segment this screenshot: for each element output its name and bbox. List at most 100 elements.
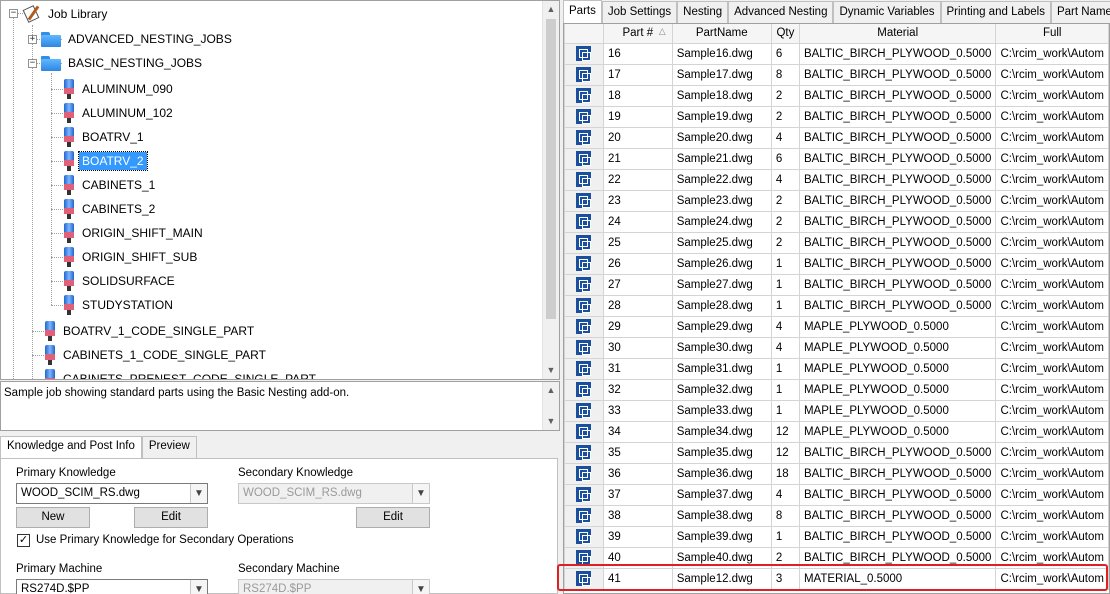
table-cell[interactable]: 8	[770, 63, 800, 86]
row-icon-cell[interactable]	[564, 147, 604, 170]
table-cell[interactable]: BALTIC_BIRCH_PLYWOOD_0.5000	[798, 42, 997, 65]
table-cell[interactable]: MAPLE_PLYWOOD_0.5000	[798, 399, 997, 422]
table-cell[interactable]: 21	[602, 147, 673, 170]
table-cell[interactable]: 25	[602, 231, 673, 254]
table-cell[interactable]: MATERIAL_0.5000	[798, 567, 997, 590]
table-row[interactable]: 28 Sample28.dwg 1 BALTIC_BIRCH_PLYWOOD_0.50…	[564, 294, 1109, 317]
table-cell[interactable]: Sample26.dwg	[671, 252, 772, 275]
row-icon-cell[interactable]	[564, 357, 604, 380]
table-cell[interactable]: 1	[770, 525, 800, 548]
tab-printing-and-labels[interactable]: Printing and Labels	[940, 1, 1051, 23]
table-cell[interactable]: 38	[602, 504, 673, 527]
primary-knowledge-select[interactable]: WOOD_SCIM_RS.dwg ▼	[16, 483, 208, 504]
table-cell[interactable]: C:\rcim_work\Autom	[995, 441, 1109, 464]
table-cell[interactable]: C:\rcim_work\Autom	[995, 504, 1109, 527]
tree-job-item[interactable]: CABINETS_2	[63, 198, 158, 220]
table-cell[interactable]: 20	[602, 126, 673, 149]
edit-primary-button[interactable]: Edit	[134, 507, 208, 528]
table-cell[interactable]: C:\rcim_work\Autom	[995, 126, 1109, 149]
table-cell[interactable]: MAPLE_PLYWOOD_0.5000	[798, 315, 997, 338]
table-row[interactable]: 36 Sample36.dwg 18 BALTIC_BIRCH_PLYWOOD_0.5…	[564, 462, 1109, 485]
tree-folder-advanced[interactable]: ADVANCED_NESTING_JOBS	[41, 28, 235, 50]
table-cell[interactable]: 39	[602, 525, 673, 548]
table-cell[interactable]: 8	[770, 504, 800, 527]
table-cell[interactable]: BALTIC_BIRCH_PLYWOOD_0.5000	[798, 210, 997, 233]
tab-advanced-nesting[interactable]: Advanced Nesting	[728, 1, 834, 23]
table-cell[interactable]: C:\rcim_work\Autom	[995, 252, 1109, 275]
table-cell[interactable]: 18	[770, 462, 800, 485]
row-icon-cell[interactable]	[564, 252, 604, 275]
tree-job-item[interactable]: CABINETS_1	[63, 174, 158, 196]
table-cell[interactable]: C:\rcim_work\Autom	[995, 273, 1109, 296]
tree-job-item[interactable]: BOATRV_2	[63, 150, 148, 172]
tree-job-item[interactable]: SOLIDSURFACE	[63, 270, 178, 292]
use-primary-knowledge-checkbox[interactable]: ✓	[17, 534, 30, 547]
table-cell[interactable]: BALTIC_BIRCH_PLYWOOD_0.5000	[798, 273, 997, 296]
table-cell[interactable]: 6	[770, 42, 800, 65]
table-cell[interactable]: 40	[602, 546, 673, 569]
chevron-down-icon[interactable]: ▼	[412, 580, 429, 594]
table-cell[interactable]: 2	[770, 105, 800, 128]
table-cell[interactable]: C:\rcim_work\Autom	[995, 483, 1109, 506]
row-icon-cell[interactable]	[564, 483, 604, 506]
table-row[interactable]: 33 Sample33.dwg 1 MAPLE_PLYWOOD_0.5000 C:\rc…	[564, 399, 1109, 422]
table-cell[interactable]: BALTIC_BIRCH_PLYWOOD_0.5000	[798, 462, 997, 485]
table-row[interactable]: 31 Sample31.dwg 1 MAPLE_PLYWOOD_0.5000 C:\rc…	[564, 357, 1109, 380]
table-row[interactable]: 26 Sample26.dwg 1 BALTIC_BIRCH_PLYWOOD_0.50…	[564, 252, 1109, 275]
tab-preview[interactable]: Preview	[141, 436, 197, 458]
table-cell[interactable]: 1	[770, 273, 800, 296]
table-row[interactable]: 37 Sample37.dwg 4 BALTIC_BIRCH_PLYWOOD_0.50…	[564, 483, 1109, 506]
table-cell[interactable]: C:\rcim_work\Autom	[995, 357, 1109, 380]
table-cell[interactable]: BALTIC_BIRCH_PLYWOOD_0.5000	[798, 84, 997, 107]
table-cell[interactable]: 12	[770, 441, 800, 464]
table-cell[interactable]: 16	[602, 42, 673, 65]
table-cell[interactable]: 18	[602, 84, 673, 107]
table-row[interactable]: 39 Sample39.dwg 1 BALTIC_BIRCH_PLYWOOD_0.50…	[564, 525, 1109, 548]
tab-dynamic-variables[interactable]: Dynamic Variables	[833, 1, 941, 23]
table-cell[interactable]: Sample21.dwg	[671, 147, 772, 170]
table-cell[interactable]: C:\rcim_work\Autom	[995, 63, 1109, 86]
table-cell[interactable]: 1	[770, 357, 800, 380]
table-cell[interactable]: 37	[602, 483, 673, 506]
table-row[interactable]: 24 Sample24.dwg 2 BALTIC_BIRCH_PLYWOOD_0.50…	[564, 210, 1109, 233]
table-cell[interactable]: BALTIC_BIRCH_PLYWOOD_0.5000	[798, 294, 997, 317]
table-cell[interactable]: 31	[602, 357, 673, 380]
table-cell[interactable]: C:\rcim_work\Autom	[995, 42, 1109, 65]
row-icon-cell[interactable]	[564, 567, 604, 590]
table-cell[interactable]: Sample24.dwg	[671, 210, 772, 233]
secondary-machine-select[interactable]: RS274D.$PP ▼	[238, 579, 430, 594]
row-icon-cell[interactable]	[564, 63, 604, 86]
table-cell[interactable]: 2	[770, 546, 800, 569]
table-cell[interactable]: C:\rcim_work\Autom	[995, 294, 1109, 317]
column-header[interactable]: Qty	[770, 24, 800, 44]
table-cell[interactable]: Sample33.dwg	[671, 399, 772, 422]
tree-job-item[interactable]: ORIGIN_SHIFT_SUB	[63, 246, 200, 268]
table-cell[interactable]: C:\rcim_work\Autom	[995, 567, 1109, 590]
table-cell[interactable]: Sample20.dwg	[671, 126, 772, 149]
row-icon-cell[interactable]	[564, 546, 604, 569]
tree-job-item[interactable]: ALUMINUM_090	[63, 78, 176, 100]
row-icon-cell[interactable]	[564, 168, 604, 191]
table-row[interactable]: 16 Sample16.dwg 6 BALTIC_BIRCH_PLYWOOD_0.50…	[564, 42, 1109, 65]
expand-advanced-icon[interactable]: +	[28, 35, 37, 44]
row-icon-cell[interactable]	[564, 294, 604, 317]
scroll-up-icon[interactable]: ▲	[543, 1, 559, 18]
table-cell[interactable]: Sample36.dwg	[671, 462, 772, 485]
row-icon-cell[interactable]	[564, 504, 604, 527]
tree-job-item[interactable]: BOATRV_1_CODE_SINGLE_PART	[44, 320, 257, 342]
table-row[interactable]: 25 Sample25.dwg 2 BALTIC_BIRCH_PLYWOOD_0.50…	[564, 231, 1109, 254]
chevron-down-icon[interactable]: ▼	[412, 484, 429, 503]
tab-knowledge-post-info[interactable]: Knowledge and Post Info	[0, 436, 142, 459]
row-icon-cell[interactable]	[564, 420, 604, 443]
table-row[interactable]: 30 Sample30.dwg 4 MAPLE_PLYWOOD_0.5000 C:\rc…	[564, 336, 1109, 359]
table-cell[interactable]: 2	[770, 210, 800, 233]
table-cell[interactable]: C:\rcim_work\Autom	[995, 420, 1109, 443]
table-cell[interactable]: BALTIC_BIRCH_PLYWOOD_0.5000	[798, 63, 997, 86]
table-cell[interactable]: Sample17.dwg	[671, 63, 772, 86]
table-cell[interactable]: 4	[770, 315, 800, 338]
table-row[interactable]: 23 Sample23.dwg 2 BALTIC_BIRCH_PLYWOOD_0.50…	[564, 189, 1109, 212]
table-cell[interactable]: Sample12.dwg	[671, 567, 772, 590]
tree-folder-basic[interactable]: BASIC_NESTING_JOBS	[41, 52, 205, 74]
tab-nesting[interactable]: Nesting	[677, 1, 729, 23]
table-row[interactable]: 18 Sample18.dwg 2 BALTIC_BIRCH_PLYWOOD_0.50…	[564, 84, 1109, 107]
